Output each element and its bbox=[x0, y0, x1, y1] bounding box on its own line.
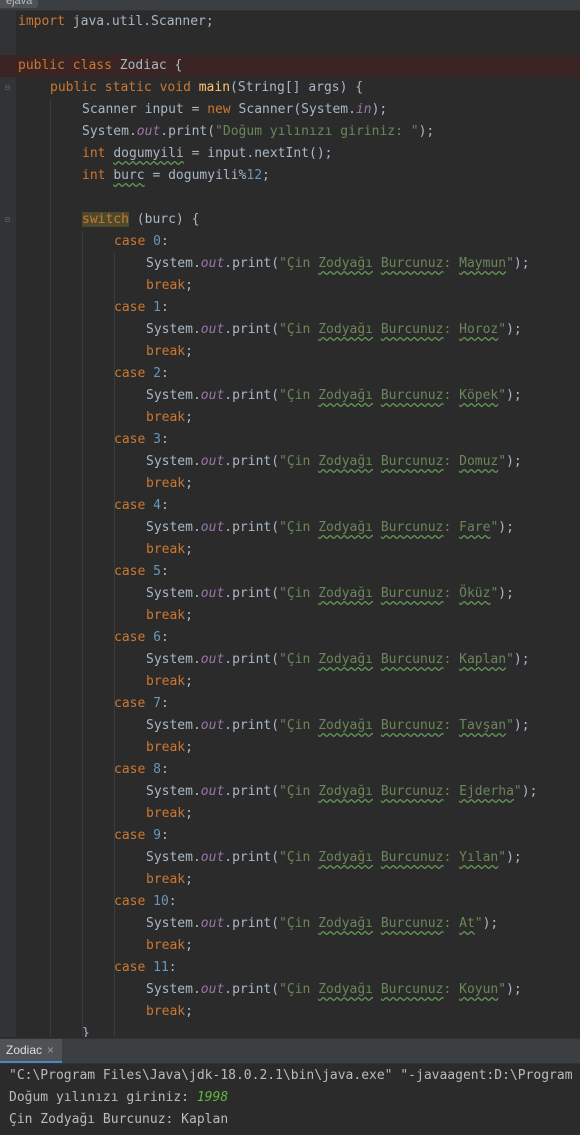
print-line: System.out.print("Çin Zodyağı Burcunuz: … bbox=[146, 784, 538, 799]
code-editor[interactable]: import java.util.Scanner; public class Z… bbox=[0, 11, 580, 1037]
close-icon[interactable]: × bbox=[47, 1043, 54, 1057]
break-line: break; bbox=[146, 344, 193, 359]
case-line: case 9: bbox=[114, 828, 169, 843]
case-line: case 7: bbox=[114, 696, 169, 711]
code-line-3: public class Zodiac { bbox=[0, 55, 580, 77]
console-result-line: Çin Zodyağı Burcunuz: Kaplan bbox=[9, 1112, 229, 1127]
run-tab-label: Zodiac bbox=[6, 1043, 43, 1057]
break-line: break; bbox=[146, 1004, 193, 1019]
break-line: break; bbox=[146, 476, 193, 491]
break-line: break; bbox=[146, 410, 193, 425]
case-line: case 4: bbox=[114, 498, 169, 513]
print-line: System.out.print("Çin Zodyağı Burcunuz: … bbox=[146, 982, 522, 997]
case-line: case 2: bbox=[114, 366, 169, 381]
print-line: System.out.print("Çin Zodyağı Burcunuz: … bbox=[146, 256, 530, 271]
code-line-6: System.out.print("Doğum yılınızı giriniz… bbox=[82, 124, 435, 139]
code-line-1: import java.util.Scanner; bbox=[18, 14, 214, 29]
run-tool-window-tabs: Zodiac × bbox=[0, 1038, 580, 1064]
code-line-10: ⊟ switch (burc) { bbox=[5, 212, 200, 227]
print-line: System.out.print("Çin Zodyağı Burcunuz: … bbox=[146, 586, 514, 601]
indent-guide bbox=[114, 253, 115, 1037]
case-line: case 11: bbox=[114, 960, 177, 975]
case-line: case 0: bbox=[114, 234, 169, 249]
code-line-7: int dogumyili = input.nextInt(); bbox=[82, 146, 333, 161]
print-line: System.out.print("Çin Zodyağı Burcunuz: … bbox=[146, 454, 522, 469]
case-line: case 3: bbox=[114, 432, 169, 447]
break-line: break; bbox=[146, 608, 193, 623]
case-line: case 6: bbox=[114, 630, 169, 645]
console-user-input: 1998 bbox=[196, 1090, 229, 1105]
fold-marker-icon[interactable]: ⊟ bbox=[5, 84, 13, 92]
break-line: break; bbox=[146, 674, 193, 689]
print-line: System.out.print("Çin Zodyağı Burcunuz: … bbox=[146, 520, 514, 535]
break-line: break; bbox=[146, 872, 193, 887]
break-line: break; bbox=[146, 740, 193, 755]
break-line: break; bbox=[146, 806, 193, 821]
code-line-5: Scanner input = new Scanner(System.in); bbox=[82, 102, 388, 117]
case-line: case 5: bbox=[114, 564, 169, 579]
print-line: System.out.print("Çin Zodyağı Burcunuz: … bbox=[146, 850, 522, 865]
code-line-4: ⊟ public static void main(String[] args)… bbox=[5, 80, 364, 95]
break-line: break; bbox=[146, 938, 193, 953]
case-line: case 10: bbox=[114, 894, 177, 909]
console-prompt-line: Doğum yılınızı giriniz: 1998 bbox=[9, 1090, 229, 1105]
break-line: break; bbox=[146, 278, 193, 293]
code-line-8: int burc = dogumyili%12; bbox=[82, 168, 270, 183]
print-line: System.out.print("Çin Zodyağı Burcunuz: … bbox=[146, 718, 530, 733]
case-line: case 8: bbox=[114, 762, 169, 777]
print-line: System.out.print("Çin Zodyağı Burcunuz: … bbox=[146, 322, 522, 337]
print-line: System.out.print("Çin Zodyağı Burcunuz: … bbox=[146, 916, 499, 931]
run-tab-zodiac[interactable]: Zodiac × bbox=[0, 1039, 63, 1063]
fold-marker-icon[interactable]: ⊟ bbox=[5, 216, 13, 224]
print-line: System.out.print("Çin Zodyağı Burcunuz: … bbox=[146, 388, 522, 403]
run-console[interactable]: "C:\Program Files\Java\jdk-18.0.2.1\bin\… bbox=[0, 1064, 580, 1135]
editor-tab-strip: ejava bbox=[0, 0, 580, 11]
console-command-line: "C:\Program Files\Java\jdk-18.0.2.1\bin\… bbox=[9, 1068, 573, 1083]
code-line-closing-brace: } bbox=[82, 1026, 90, 1037]
editor-tab[interactable]: ejava bbox=[0, 0, 39, 8]
case-line: case 1: bbox=[114, 300, 169, 315]
break-line: break; bbox=[146, 542, 193, 557]
print-line: System.out.print("Çin Zodyağı Burcunuz: … bbox=[146, 652, 530, 667]
